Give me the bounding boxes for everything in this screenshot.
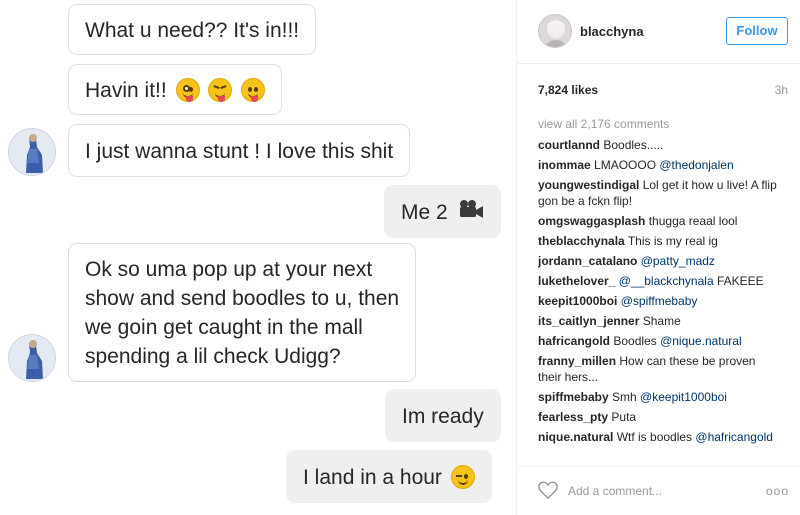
follow-button[interactable]: Follow [726, 17, 788, 45]
message-text: Me 2 [401, 200, 448, 224]
message-text-line: Ok so uma pop up at your next [85, 258, 373, 281]
comment-item: its_caitlyn_jenner Shame [538, 313, 782, 329]
comment-text: This is my real ig [627, 234, 718, 248]
post-panel: blacchyna Follow 7,824 likes 3h view all… [516, 0, 800, 515]
squinting-tongue-emoji [208, 78, 233, 103]
comment-text: Smh [612, 390, 641, 404]
message-text: What u need?? It's in!!! [85, 18, 300, 42]
comment-username[interactable]: its_caitlyn_jenner [538, 314, 639, 328]
comment-item: keepit1000boi @spiffmebaby [538, 293, 782, 309]
tongue-out-emoji [241, 78, 266, 103]
comment-item: omgswaggasplash thugga reaal lool [538, 213, 782, 229]
more-options-icon[interactable]: ooo [766, 484, 789, 498]
post-age[interactable]: 3h [775, 83, 788, 97]
comment-item: courtlannd Boodles..... [538, 137, 782, 153]
message-bubble: Havin it!! [68, 64, 283, 115]
comment-mention-link[interactable]: @nique.natural [660, 334, 742, 348]
comment-text: Shame [642, 314, 681, 328]
comment-username[interactable]: lukethelover_ [538, 274, 615, 288]
crazy-face-emoji [175, 78, 200, 103]
comment-mention-link[interactable]: @thedonjalen [659, 158, 733, 172]
add-comment-input[interactable]: Add a comment... [568, 484, 662, 498]
comment-username[interactable]: youngwestindigal [538, 178, 639, 192]
comment-username[interactable]: inommae [538, 158, 591, 172]
comment-mention-link[interactable]: @spiffmebaby [621, 294, 698, 308]
winking-face-emoji [450, 465, 475, 490]
comment-item: nique.natural Wtf is boodles @hafricango… [538, 429, 782, 445]
comment-username[interactable]: keepit1000boi [538, 294, 617, 308]
comment-item: jordann_catalano @patty_madz [538, 253, 782, 269]
comment-username[interactable]: spiffmebaby [538, 390, 609, 404]
comment-username[interactable]: nique.natural [538, 430, 613, 444]
message-text-line: spending a lil check Udigg? [85, 345, 341, 368]
comment-username[interactable]: omgswaggasplash [538, 214, 645, 228]
comment-item: inommae LMAOOOO @thedonjalen [538, 157, 782, 173]
comment-username[interactable]: hafricangold [538, 334, 610, 348]
message-text-line: show and send boodles to u, then [85, 287, 400, 310]
message-bubble-outgoing: Im ready [385, 389, 501, 442]
chat-screenshot: What u need?? It's in!!! Havin it!! I ju… [0, 0, 516, 515]
comments-list: courtlannd Boodles..... inommae LMAOOOO @… [538, 137, 782, 459]
comment-username[interactable]: jordann_catalano [538, 254, 637, 268]
comment-username[interactable]: fearless_pty [538, 410, 608, 424]
comment-text: LMAOOOO [594, 158, 660, 172]
comment-mention-link[interactable]: @keepit1000boi [640, 390, 727, 404]
add-comment-bar: Add a comment... ooo [517, 466, 800, 515]
comment-item: fearless_pty Puta [538, 409, 782, 425]
comment-text: Wtf is boodles [616, 430, 696, 444]
comment-username[interactable]: theblacchynala [538, 234, 625, 248]
post-header: blacchyna Follow [517, 0, 800, 64]
comment-text: Puta [611, 410, 637, 424]
message-bubble-outgoing: Me 2 [384, 185, 501, 238]
comment-item: youngwestindigal Lol get it how u live! … [538, 177, 782, 209]
view-all-comments-link[interactable]: view all 2,176 comments [538, 117, 669, 131]
comment-text: thugga reaal lool [648, 214, 738, 228]
contact-avatar [8, 334, 56, 382]
comment-item: hafricangold Boodles @nique.natural [538, 333, 782, 349]
message-text: I land in a hour [303, 465, 442, 489]
user-avatar[interactable] [538, 14, 572, 48]
comment-username[interactable]: courtlannd [538, 138, 600, 152]
comment-text: Boodles..... [603, 138, 664, 152]
message-text-line: we goin get caught in the mall [85, 316, 363, 339]
message-bubble: What u need?? It's in!!! [68, 4, 317, 55]
message-text: Im ready [402, 404, 484, 428]
contact-avatar [8, 128, 56, 176]
movie-camera-icon [458, 198, 484, 227]
comment-item: spiffmebaby Smh @keepit1000boi [538, 389, 782, 405]
comment-text: Boodles [613, 334, 661, 348]
comment-mention-link[interactable]: @hafricangold [695, 430, 773, 444]
comment-username[interactable]: franny_millen [538, 354, 616, 368]
comment-item: theblacchynala This is my real ig [538, 233, 782, 249]
comment-item: lukethelover_ @__blackchynala FAKEEE [538, 273, 782, 289]
heart-icon[interactable] [538, 481, 558, 504]
message-bubble: I just wanna stunt ! I love this shit [68, 124, 411, 177]
message-text: I just wanna stunt ! I love this shit [85, 139, 394, 163]
message-bubble-outgoing: I land in a hour [286, 450, 492, 503]
comment-text-tail: FAKEEE [713, 274, 764, 288]
likes-count[interactable]: 7,824 likes [538, 83, 598, 97]
message-bubble: Ok so uma pop up at your next show and s… [68, 243, 417, 382]
username-link[interactable]: blacchyna [580, 24, 644, 39]
message-text: Havin it!! [85, 78, 167, 102]
comment-mention-link[interactable]: @__blackchynala [619, 274, 714, 288]
comment-mention-link[interactable]: @patty_madz [641, 254, 715, 268]
comment-item: franny_millen How can these be proven th… [538, 353, 782, 385]
